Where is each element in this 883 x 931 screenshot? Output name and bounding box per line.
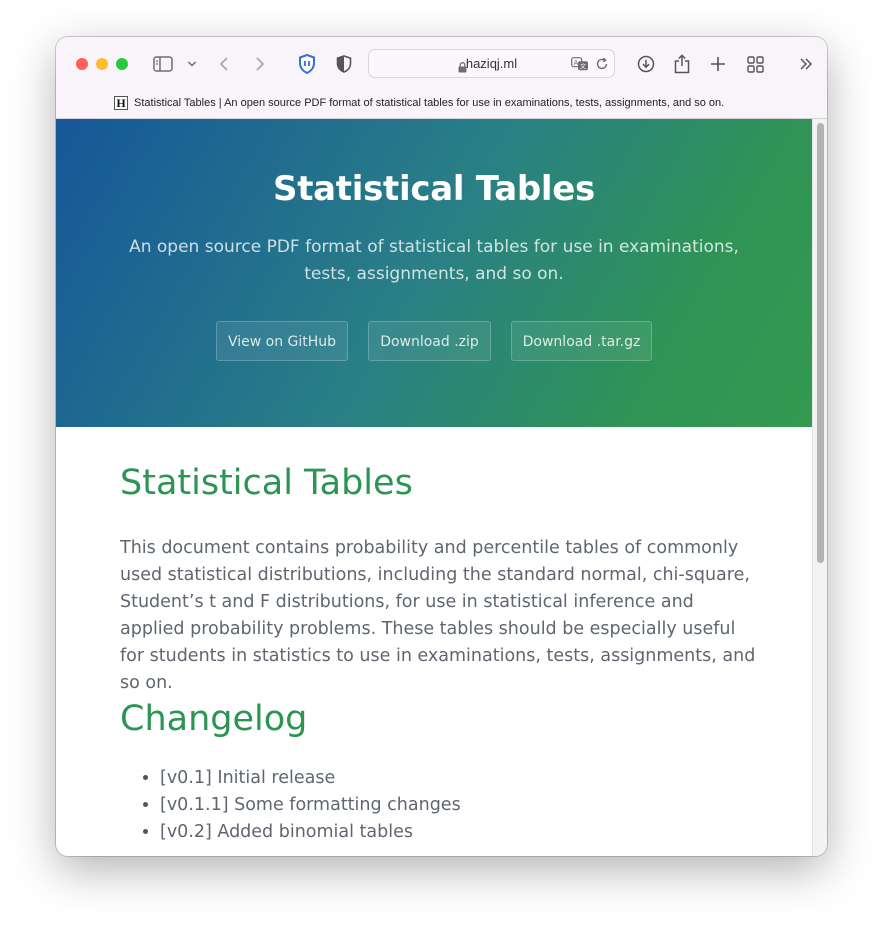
- hero-header: Statistical Tables An open source PDF fo…: [56, 119, 812, 427]
- project-tagline: An open source PDF format of statistical…: [129, 237, 739, 284]
- description-paragraph: This document contains probability and p…: [120, 538, 756, 693]
- section-heading: Statistical Tables: [120, 463, 413, 503]
- list-item: [v0.1.1] Some formatting changes: [160, 792, 461, 819]
- view-on-github-button[interactable]: View on GitHub: [216, 321, 348, 361]
- privacy-shield-icon[interactable]: [296, 51, 318, 77]
- address-bar[interactable]: haziqj.ml A文: [368, 49, 615, 78]
- translate-icon[interactable]: A文: [571, 56, 589, 75]
- changelog-list: [v0.1] Initial release [v0.1.1] Some for…: [120, 765, 461, 846]
- changelog-heading: Changelog: [120, 699, 308, 739]
- project-title: Statistical Tables: [273, 169, 595, 209]
- more-chevrons-icon[interactable]: [796, 51, 816, 77]
- download-tar-gz-button[interactable]: Download .tar.gz: [511, 321, 652, 361]
- tab-overview-icon[interactable]: [745, 51, 765, 77]
- browser-toolbar: haziqj.ml A文: [56, 37, 827, 89]
- forward-icon[interactable]: [252, 51, 268, 77]
- list-item: [v0.1] Initial release: [160, 765, 461, 792]
- download-icon[interactable]: [636, 51, 656, 77]
- half-shield-icon[interactable]: [334, 51, 354, 77]
- share-icon[interactable]: [672, 51, 692, 77]
- sidebar-icon[interactable]: [152, 51, 174, 77]
- back-icon[interactable]: [216, 51, 232, 77]
- scrollbar-thumb[interactable]: [817, 123, 824, 563]
- active-tab[interactable]: H Statistical Tables | An open source PD…: [114, 96, 724, 110]
- reload-icon[interactable]: [595, 56, 609, 75]
- tab-bar: H Statistical Tables | An open source PD…: [56, 89, 827, 119]
- vertical-scrollbar[interactable]: [812, 119, 827, 856]
- site-favicon: H: [114, 96, 128, 110]
- svg-text:文: 文: [580, 63, 586, 71]
- tab-title: Statistical Tables | An open source PDF …: [134, 97, 725, 109]
- close-window-button[interactable]: [76, 58, 88, 70]
- list-item: [v0.2] Added binomial tables: [160, 819, 461, 846]
- browser-window: haziqj.ml A文 H Statistical Tables | An o: [56, 37, 827, 856]
- minimize-window-button[interactable]: [96, 58, 108, 70]
- page-content: Statistical Tables An open source PDF fo…: [56, 119, 827, 856]
- chevron-down-icon[interactable]: [185, 51, 199, 77]
- plus-icon[interactable]: [708, 51, 728, 77]
- download-zip-button[interactable]: Download .zip: [368, 321, 491, 361]
- svg-text:A: A: [574, 59, 579, 67]
- zoom-window-button[interactable]: [116, 58, 128, 70]
